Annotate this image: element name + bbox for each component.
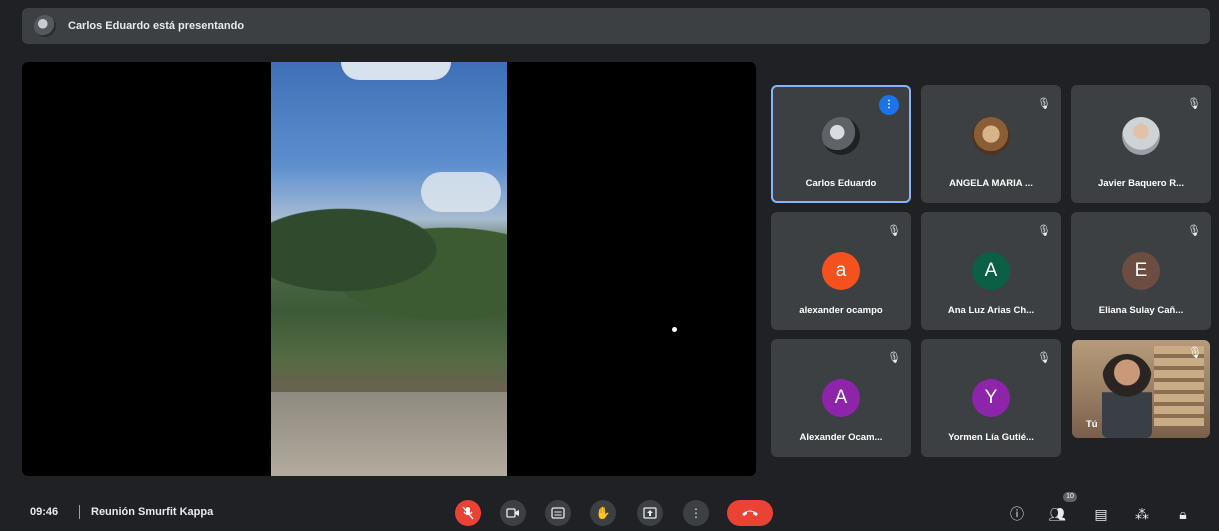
participant-tile-carlos[interactable]: ⋮ Carlos Eduardo: [771, 85, 911, 203]
participant-tile-alexander-ocampo[interactable]: a 🎙︎ alexander ocampo: [771, 212, 911, 330]
participant-name: Alexander Ocam...: [799, 432, 883, 443]
mic-off-icon: 🎙︎: [887, 225, 901, 237]
presenter-avatar: [34, 15, 56, 37]
self-video-person: [1102, 354, 1152, 438]
mic-off-icon[interactable]: [455, 500, 481, 526]
mic-off-icon: 🎙︎: [1188, 347, 1202, 359]
mic-off-icon: 🎙︎: [1037, 98, 1051, 110]
self-view-tile[interactable]: 🎙︎ Tú: [1072, 340, 1210, 438]
avatar: Y: [972, 379, 1010, 417]
avatar: A: [972, 252, 1010, 290]
cursor-dot: [672, 327, 677, 332]
participant-name: Eliana Sulay Cañ...: [1098, 305, 1184, 316]
bottom-control-bar: 09:46 Reunión Smurfit Kappa ✋ ⋮ ⓘ 👥︎ 10 …: [0, 492, 1219, 531]
mic-off-icon: 🎙︎: [1037, 225, 1051, 237]
people-count-badge: 10: [1063, 492, 1077, 502]
raise-hand-icon[interactable]: ✋: [590, 500, 616, 526]
mic-off-icon: 🎙︎: [1037, 352, 1051, 364]
participant-tile-yormen[interactable]: Y 🎙︎ Yormen Lía Gutié...: [921, 339, 1061, 457]
end-call-icon[interactable]: [727, 500, 773, 526]
presentation-stage[interactable]: [22, 62, 756, 476]
participant-name: Ana Luz Arias Ch...: [947, 305, 1035, 316]
camera-icon[interactable]: [500, 500, 526, 526]
people-icon[interactable]: 👥︎: [1047, 504, 1067, 524]
participant-tile-javier[interactable]: 🎙︎ Javier Baquero R...: [1071, 85, 1211, 203]
participant-tile-ana-luz[interactable]: A 🎙︎ Ana Luz Arias Ch...: [921, 212, 1061, 330]
avatar: [1122, 117, 1160, 155]
presented-video: [271, 62, 507, 476]
host-controls-icon[interactable]: 🔒︎: [1173, 504, 1193, 524]
participant-tile-eliana[interactable]: E 🎙︎ Eliana Sulay Cañ...: [1071, 212, 1211, 330]
participant-tile-alexander-ocam[interactable]: A 🎙︎ Alexander Ocam...: [771, 339, 911, 457]
presenter-text: Carlos Eduardo está presentando: [68, 20, 245, 32]
speaking-indicator-icon: ⋮: [879, 95, 899, 115]
avatar: [972, 117, 1010, 155]
avatar: a: [822, 252, 860, 290]
participant-name: Yormen Lía Gutié...: [948, 432, 1034, 443]
participant-name: alexander ocampo: [799, 305, 883, 316]
info-icon[interactable]: ⓘ: [1007, 504, 1027, 524]
avatar: E: [1122, 252, 1160, 290]
more-options-icon[interactable]: ⋮: [683, 500, 709, 526]
captions-icon[interactable]: [545, 500, 571, 526]
presenter-banner: Carlos Eduardo está presentando: [22, 8, 1210, 44]
present-icon[interactable]: [637, 500, 663, 526]
mic-off-icon: 🎙︎: [1187, 98, 1201, 110]
meeting-clock: 09:46: [30, 506, 59, 518]
avatar: A: [822, 379, 860, 417]
participant-name: Javier Baquero R...: [1097, 178, 1185, 189]
participant-tile-angela[interactable]: 🎙︎ ANGELA MARIA ...: [921, 85, 1061, 203]
self-name: Tú: [1086, 419, 1098, 430]
participant-name: Carlos Eduardo: [805, 178, 877, 189]
participant-name: ANGELA MARIA ...: [949, 178, 1033, 189]
mic-off-icon: 🎙︎: [887, 352, 901, 364]
divider: [79, 505, 80, 519]
chat-icon[interactable]: ▤: [1091, 504, 1111, 524]
avatar: [822, 117, 860, 155]
meeting-title: Reunión Smurfit Kappa: [91, 506, 214, 518]
activities-icon[interactable]: ⁂: [1132, 504, 1152, 524]
mic-off-icon: 🎙︎: [1187, 225, 1201, 237]
